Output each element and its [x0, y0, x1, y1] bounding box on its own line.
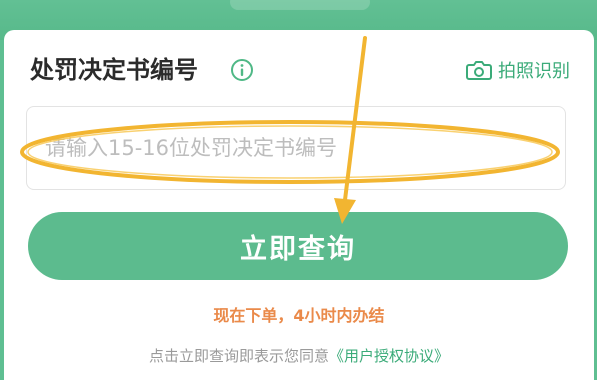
photo-recognize-label: 拍照识别 [498, 61, 570, 82]
decision-number-input[interactable] [45, 129, 545, 167]
decision-number-field[interactable] [26, 106, 566, 190]
agreement-prefix: 点击立即查询即表示您同意 [148, 347, 329, 365]
promo-text: 现在下单，4小时内办结 [213, 306, 385, 325]
user-agreement-link[interactable]: 《用户授权协议》 [329, 347, 449, 365]
form-header: 处罚决定书编号 拍照识别 [30, 54, 570, 86]
photo-recognize-button[interactable]: 拍照识别 [466, 56, 570, 84]
info-circle-icon[interactable] [230, 58, 254, 82]
form-title: 处罚决定书编号 [30, 56, 198, 84]
query-now-button[interactable]: 立即查询 [28, 212, 568, 280]
agreement-notice: 点击立即查询即表示您同意《用户授权协议》 [4, 345, 594, 366]
camera-icon [466, 61, 492, 80]
header-glow [230, 0, 370, 10]
query-card: 处罚决定书编号 拍照识别 立即查询 现在下单，4小时内办结 点击立即查询即表示您… [4, 30, 594, 380]
